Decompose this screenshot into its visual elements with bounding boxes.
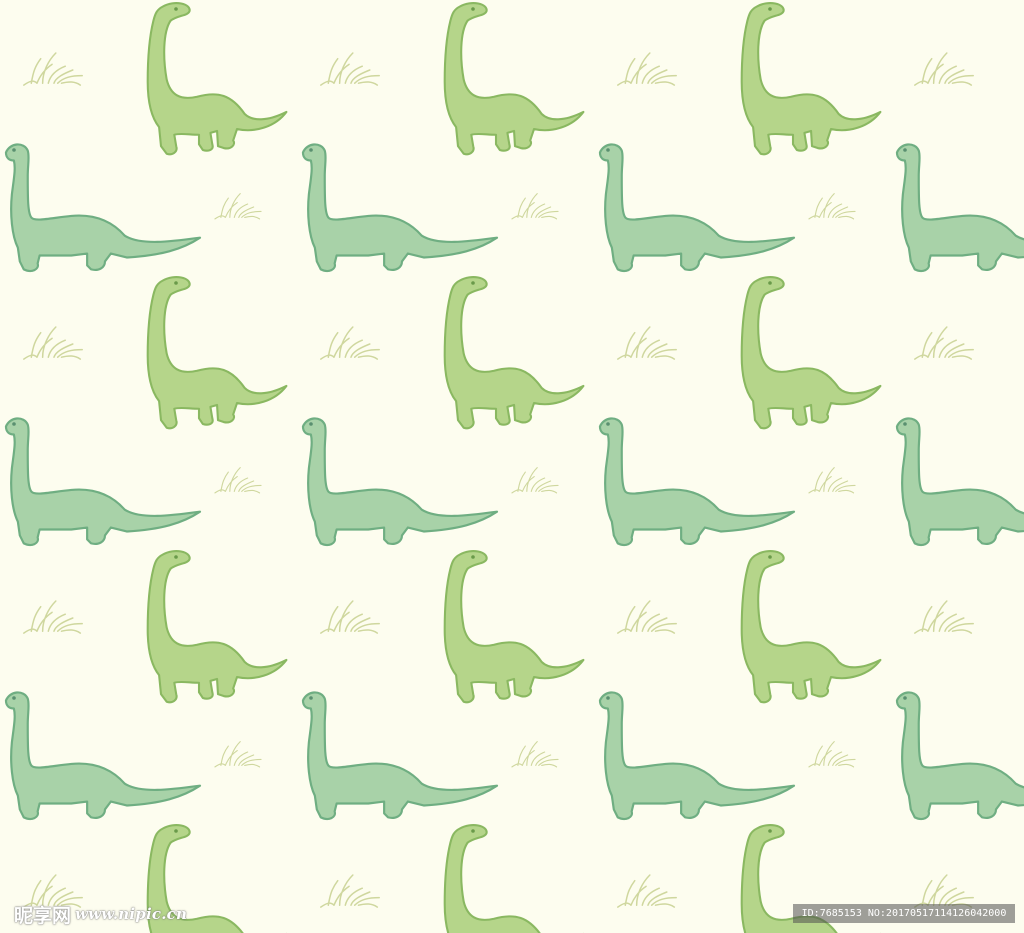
upright-dinosaur — [146, 2, 288, 156]
upright-dinosaur-layer — [146, 2, 882, 933]
long-dinosaur — [598, 143, 796, 273]
long-dinosaur — [4, 417, 202, 547]
grass-tuft-small — [511, 467, 559, 494]
long-dinosaur-layer — [4, 143, 1024, 821]
grass-tuft-small — [214, 467, 262, 494]
grass-tuft — [22, 600, 84, 634]
long-dinosaur — [4, 691, 202, 821]
long-dinosaur — [895, 143, 1024, 273]
dinosaur-eye — [471, 281, 475, 285]
grass-tuft — [616, 874, 678, 908]
dinosaur-eye — [768, 555, 772, 559]
dinosaur-eye — [903, 696, 907, 700]
watermark-site-url: www.nipic.cn — [75, 905, 188, 923]
dinosaur-pattern — [4, 2, 1024, 933]
dinosaur-eye — [606, 422, 610, 426]
upright-dinosaur — [443, 824, 585, 933]
grass-tuft — [319, 52, 381, 86]
dinosaur-eye — [903, 148, 907, 152]
long-dinosaur — [598, 417, 796, 547]
long-dinosaur — [598, 691, 796, 821]
upright-dinosaur — [740, 2, 882, 156]
grass-tuft — [913, 874, 975, 908]
dinosaur-eye — [606, 696, 610, 700]
grass-tuft-small — [511, 741, 559, 768]
long-dinosaur — [301, 417, 499, 547]
grass-tuft-small — [808, 467, 856, 494]
upright-dinosaur — [443, 550, 585, 704]
dinosaur-eye — [174, 829, 178, 833]
upright-dinosaur — [146, 550, 288, 704]
grass-tuft — [319, 874, 381, 908]
dinosaur-eye — [903, 422, 907, 426]
upright-dinosaur — [443, 2, 585, 156]
dinosaur-eye — [606, 148, 610, 152]
grass-tuft — [22, 326, 84, 360]
dinosaur-eye — [471, 7, 475, 11]
dinosaur-eye — [174, 281, 178, 285]
grass-tuft — [616, 52, 678, 86]
dinosaur-eye — [471, 555, 475, 559]
grass-tuft — [913, 600, 975, 634]
watermark-site-logo: 昵享网 www.nipic.cn — [14, 900, 187, 928]
long-dinosaur — [4, 143, 202, 273]
long-dinosaur — [895, 691, 1024, 821]
grass-tuft — [913, 52, 975, 86]
grass-tuft-small — [511, 193, 559, 220]
upright-dinosaur — [740, 276, 882, 430]
dinosaur-eye — [174, 555, 178, 559]
dinosaur-eye — [768, 829, 772, 833]
watermark-id-badge: ID:7685153 NO:20170517114126042000 — [793, 904, 1015, 923]
dinosaur-eye — [768, 7, 772, 11]
upright-dinosaur — [443, 276, 585, 430]
long-dinosaur — [301, 143, 499, 273]
grass-tuft — [616, 600, 678, 634]
dinosaur-eye — [12, 696, 16, 700]
dinosaur-eye — [12, 422, 16, 426]
grass-tuft — [913, 326, 975, 360]
watermark-site-name: 昵享网 — [14, 904, 72, 927]
dinosaur-eye — [12, 148, 16, 152]
grass-tuft — [319, 600, 381, 634]
grass-tuft — [319, 326, 381, 360]
grass-tuft — [22, 52, 84, 86]
upright-dinosaur — [146, 276, 288, 430]
grass-tuft-small — [808, 193, 856, 220]
dinosaur-eye — [768, 281, 772, 285]
grass-tuft-small — [214, 741, 262, 768]
dinosaur-eye — [174, 7, 178, 11]
dinosaur-eye — [309, 696, 313, 700]
long-dinosaur — [895, 417, 1024, 547]
grass-tuft — [616, 326, 678, 360]
dinosaur-eye — [309, 422, 313, 426]
dinosaur-eye — [471, 829, 475, 833]
grass-tuft-small — [808, 741, 856, 768]
grass-tuft-small — [214, 193, 262, 220]
dinosaur-eye — [309, 148, 313, 152]
grass-layer — [22, 52, 975, 908]
upright-dinosaur — [740, 550, 882, 704]
long-dinosaur — [301, 691, 499, 821]
